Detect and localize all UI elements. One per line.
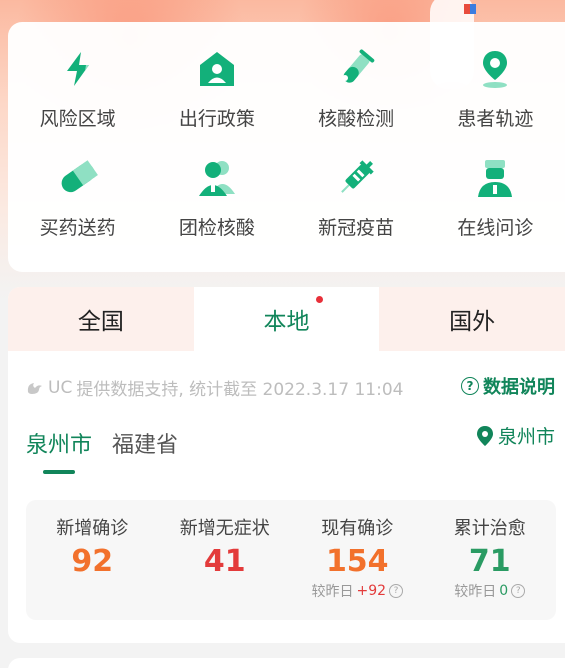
metric-new-confirmed: 新增确诊 92 xyxy=(26,500,159,620)
service-label: 在线问诊 xyxy=(457,217,534,239)
group-icon xyxy=(194,155,240,201)
test-tube-icon xyxy=(333,46,379,92)
source-text: 提供数据支持, 统计截至 2022.3.17 11:04 xyxy=(76,380,404,400)
location-label: 泉州市 xyxy=(497,426,555,448)
tab-national[interactable]: 全国 xyxy=(8,287,194,351)
epidemic-stats-card: 全国 本地 国外 UC 提供数据支持, 统计截至 2022.3.17 11:04… xyxy=(8,287,565,643)
explain-label: 数据说明 xyxy=(483,377,555,398)
location-pin-icon xyxy=(472,46,518,92)
metric-delta: 较昨日 +92 ? xyxy=(311,581,404,601)
delta-prefix: 较昨日 xyxy=(454,584,497,600)
notification-dot xyxy=(315,296,323,303)
service-label: 核酸检测 xyxy=(318,108,395,130)
service-grid: 风险区域 出行政策 核酸检测 患者轨迹 买药送药 团检核酸 新冠疫苗 在线问诊 xyxy=(8,22,565,272)
metric-value: 71 xyxy=(468,544,511,579)
data-explain-link[interactable]: ? 数据说明 xyxy=(461,373,555,399)
tab-overseas[interactable]: 国外 xyxy=(379,287,565,351)
service-risk-area[interactable]: 风险区域 xyxy=(8,40,147,149)
syringe-icon xyxy=(333,155,379,201)
location-selector[interactable]: 泉州市 xyxy=(476,422,555,449)
tab-label: 本地 xyxy=(263,309,310,335)
metric-label: 新增确诊 xyxy=(56,518,129,539)
service-online-consult[interactable]: 在线问诊 xyxy=(426,149,565,258)
source-prefix: UC xyxy=(48,377,73,398)
service-medicine-delivery[interactable]: 买药送药 xyxy=(8,149,147,258)
service-vaccine[interactable]: 新冠疫苗 xyxy=(287,149,426,258)
metric-value: 92 xyxy=(71,544,114,579)
service-travel-policy[interactable]: 出行政策 xyxy=(147,40,286,149)
subtab-city[interactable]: 泉州市 xyxy=(26,427,92,459)
subtab-province[interactable]: 福建省 xyxy=(112,427,178,459)
data-source-note: UC 提供数据支持, 统计截至 2022.3.17 11:04 xyxy=(26,375,403,400)
metric-delta: 较昨日 0 ? xyxy=(454,581,526,601)
capsule-icon xyxy=(55,155,101,201)
doctor-icon xyxy=(472,155,518,201)
service-label: 团检核酸 xyxy=(178,217,255,239)
uc-logo-icon xyxy=(27,382,42,394)
location-pin-icon xyxy=(476,425,493,446)
delta-value: 0 xyxy=(499,583,509,599)
metric-value: 154 xyxy=(325,544,389,579)
help-icon[interactable]: ? xyxy=(389,584,404,598)
help-icon[interactable]: ? xyxy=(511,584,526,598)
service-nucleic-test[interactable]: 核酸检测 xyxy=(287,40,426,149)
metric-current-confirmed: 现有确诊 154 较昨日 +92 ? xyxy=(291,500,424,620)
service-label: 买药送药 xyxy=(39,217,116,239)
metric-value: 41 xyxy=(203,544,246,579)
lightning-icon xyxy=(55,46,101,92)
metrics-panel: 新增确诊 92 新增无症状 41 现有确诊 154 较昨日 +92 ? 累计治愈… xyxy=(26,500,556,620)
metric-label: 累计治愈 xyxy=(453,518,526,539)
house-person-icon xyxy=(194,46,240,92)
service-group-test[interactable]: 团检核酸 xyxy=(147,149,286,258)
next-card-edge xyxy=(8,658,565,668)
service-label: 患者轨迹 xyxy=(457,108,534,130)
region-tabs: 全国 本地 国外 xyxy=(8,287,565,351)
metric-total-cured: 累计治愈 71 较昨日 0 ? xyxy=(424,500,557,620)
active-subtab-indicator xyxy=(43,470,75,474)
delta-value: +92 xyxy=(356,583,387,599)
delta-prefix: 较昨日 xyxy=(311,584,354,600)
question-icon: ? xyxy=(461,377,479,395)
service-label: 风险区域 xyxy=(39,108,116,130)
service-patient-track[interactable]: 患者轨迹 xyxy=(426,40,565,149)
service-label: 出行政策 xyxy=(178,108,255,130)
tab-local[interactable]: 本地 xyxy=(193,287,380,351)
metric-new-asymptomatic: 新增无症状 41 xyxy=(159,500,292,620)
metric-label: 现有确诊 xyxy=(321,518,394,539)
metric-label: 新增无症状 xyxy=(179,518,270,539)
service-label: 新冠疫苗 xyxy=(318,217,395,239)
